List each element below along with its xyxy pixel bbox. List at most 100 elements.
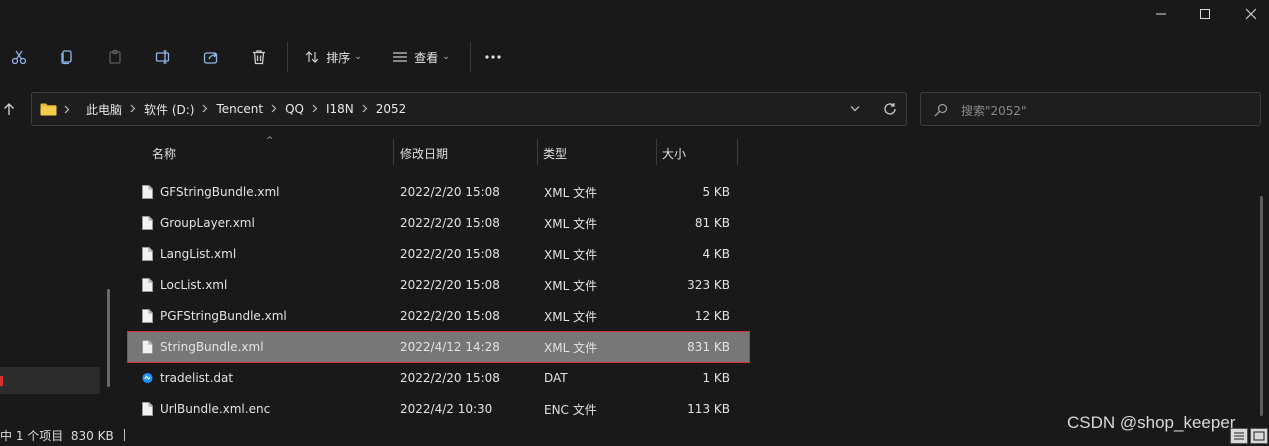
- file-modified: 2022/4/12 14:28: [400, 340, 500, 354]
- breadcrumb-item[interactable]: 2052: [376, 102, 407, 116]
- file-row[interactable]: UrlBundle.xml.enc 2022/4/2 10:30 ENC 文件 113…: [128, 394, 749, 424]
- view-button[interactable]: 查看 ⌄: [386, 36, 456, 78]
- file-row[interactable]: GFStringBundle.xml 2022/2/20 15:08 XML 文件 5…: [128, 177, 749, 207]
- file-name: UrlBundle.xml.enc: [160, 402, 271, 416]
- file-modified: 2022/2/20 15:08: [400, 185, 500, 199]
- view-list-icon: [393, 52, 408, 62]
- maximize-button[interactable]: [1182, 0, 1228, 28]
- chevron-right-icon[interactable]: [312, 103, 318, 116]
- file-row[interactable]: tradelist.dat 2022/2/20 15:08 DAT 1 KB: [128, 363, 749, 393]
- file-type: DAT: [544, 371, 568, 385]
- file-modified: 2022/4/2 10:30: [400, 402, 493, 416]
- column-divider[interactable]: [537, 139, 538, 165]
- toolbar-divider: [470, 42, 471, 72]
- file-name: GFStringBundle.xml: [160, 185, 280, 199]
- document-icon: [142, 340, 153, 354]
- refresh-icon[interactable]: [883, 102, 897, 116]
- delete-button[interactable]: [244, 36, 274, 78]
- breadcrumb-item[interactable]: 软件 (D:): [144, 101, 194, 118]
- file-row[interactable]: PGFStringBundle.xml 2022/2/20 15:08 XML 文件…: [128, 301, 749, 331]
- file-row[interactable]: GroupLayer.xml 2022/2/20 15:08 XML 文件 81 KB: [128, 208, 749, 238]
- chevron-down-icon: ⌄: [442, 52, 450, 62]
- minimize-icon: [1156, 13, 1166, 15]
- paste-icon: [109, 49, 121, 64]
- chevron-right-icon[interactable]: [202, 103, 208, 116]
- status-text: 中 1 个项目 830 KB: [0, 428, 114, 443]
- file-size: 1 KB: [702, 371, 730, 385]
- watermark: CSDN @shop_keeper: [1067, 413, 1236, 432]
- rename-button[interactable]: [148, 36, 178, 78]
- file-type: ENC 文件: [544, 402, 597, 417]
- app-file-icon: [142, 372, 153, 384]
- file-name: LangList.xml: [160, 247, 237, 261]
- status-bar: 中 1 个项目 830 KB: [0, 426, 125, 444]
- column-header-type[interactable]: 类型: [543, 138, 567, 168]
- file-size: 12 KB: [694, 309, 730, 323]
- rename-icon: [155, 50, 170, 64]
- sort-button[interactable]: 排序 ⌄: [298, 36, 368, 78]
- share-icon: [203, 52, 218, 64]
- column-header-name[interactable]: 名称: [152, 138, 176, 168]
- file-size: 81 KB: [694, 216, 730, 230]
- details-view-button[interactable]: [1230, 428, 1248, 444]
- folder-icon: [40, 103, 57, 116]
- copy-icon: [61, 50, 72, 65]
- nav-pane-item[interactable]: [0, 367, 100, 394]
- breadcrumb-item[interactable]: I18N: [326, 102, 354, 116]
- nav-pane-scrollbar[interactable]: [107, 289, 110, 387]
- file-row[interactable]: LocList.xml 2022/2/20 15:08 XML 文件 323 KB: [128, 270, 749, 300]
- file-size: 323 KB: [687, 278, 730, 292]
- column-header-size[interactable]: 大小: [662, 138, 686, 168]
- chevron-right-icon[interactable]: [362, 103, 368, 116]
- column-divider[interactable]: [393, 139, 394, 165]
- file-modified: 2022/2/20 15:08: [400, 278, 500, 292]
- nav-indicator: [0, 376, 3, 386]
- cut-button[interactable]: [4, 36, 34, 78]
- search-box[interactable]: 搜索"2052": [920, 92, 1261, 126]
- up-button[interactable]: [0, 98, 18, 120]
- command-bar: 排序 ⌄ 查看 ⌄: [0, 36, 1269, 78]
- sort-icon: [305, 51, 319, 63]
- more-options-button[interactable]: [478, 36, 508, 78]
- file-name: LocList.xml: [160, 278, 228, 292]
- file-modified: 2022/2/20 15:08: [400, 247, 500, 261]
- column-divider[interactable]: [737, 139, 738, 165]
- breadcrumb-item[interactable]: 此电脑: [86, 101, 122, 118]
- breadcrumb: 此电脑 软件 (D:) Tencent QQ I18N 2052: [78, 93, 414, 125]
- file-modified: 2022/2/20 15:08: [400, 309, 500, 323]
- file-list-scrollbar[interactable]: [1260, 196, 1263, 416]
- copy-button[interactable]: [52, 36, 82, 78]
- file-row-selected[interactable]: StringBundle.xml 2022/4/12 14:28 XML 文件 831…: [127, 331, 750, 363]
- file-name: StringBundle.xml: [160, 340, 264, 354]
- paste-button[interactable]: [100, 36, 130, 78]
- document-icon: [142, 278, 153, 292]
- file-type: XML 文件: [544, 247, 598, 262]
- minimize-button[interactable]: [1138, 0, 1184, 28]
- file-type: XML 文件: [544, 216, 598, 231]
- address-bar[interactable]: 此电脑 软件 (D:) Tencent QQ I18N 2052: [31, 92, 907, 126]
- chevron-down-icon: ⌄: [354, 52, 362, 62]
- breadcrumb-item[interactable]: Tencent: [216, 102, 263, 116]
- file-name: GroupLayer.xml: [160, 216, 255, 230]
- chevron-right-icon[interactable]: [130, 103, 136, 116]
- sort-up-indicator-icon: ^: [266, 136, 274, 146]
- column-header-modified[interactable]: 修改日期: [400, 138, 448, 168]
- chevron-right-icon[interactable]: [271, 103, 277, 116]
- maximize-icon: [1200, 9, 1210, 19]
- close-button[interactable]: [1228, 0, 1269, 28]
- chevron-down-icon[interactable]: [850, 105, 860, 113]
- file-type: XML 文件: [544, 309, 598, 324]
- tiles-view-icon: [1253, 431, 1265, 441]
- scissors-icon: [11, 50, 27, 65]
- tiles-view-button[interactable]: [1250, 428, 1268, 444]
- file-type: XML 文件: [544, 185, 598, 200]
- trash-icon: [253, 50, 265, 65]
- document-icon: [142, 309, 153, 323]
- breadcrumb-item[interactable]: QQ: [285, 102, 304, 116]
- document-icon: [142, 402, 153, 416]
- share-button[interactable]: [196, 36, 226, 78]
- file-size: 831 KB: [687, 340, 730, 354]
- column-divider[interactable]: [656, 139, 657, 165]
- file-row[interactable]: LangList.xml 2022/2/20 15:08 XML 文件 4 KB: [128, 239, 749, 269]
- status-divider: [123, 429, 125, 441]
